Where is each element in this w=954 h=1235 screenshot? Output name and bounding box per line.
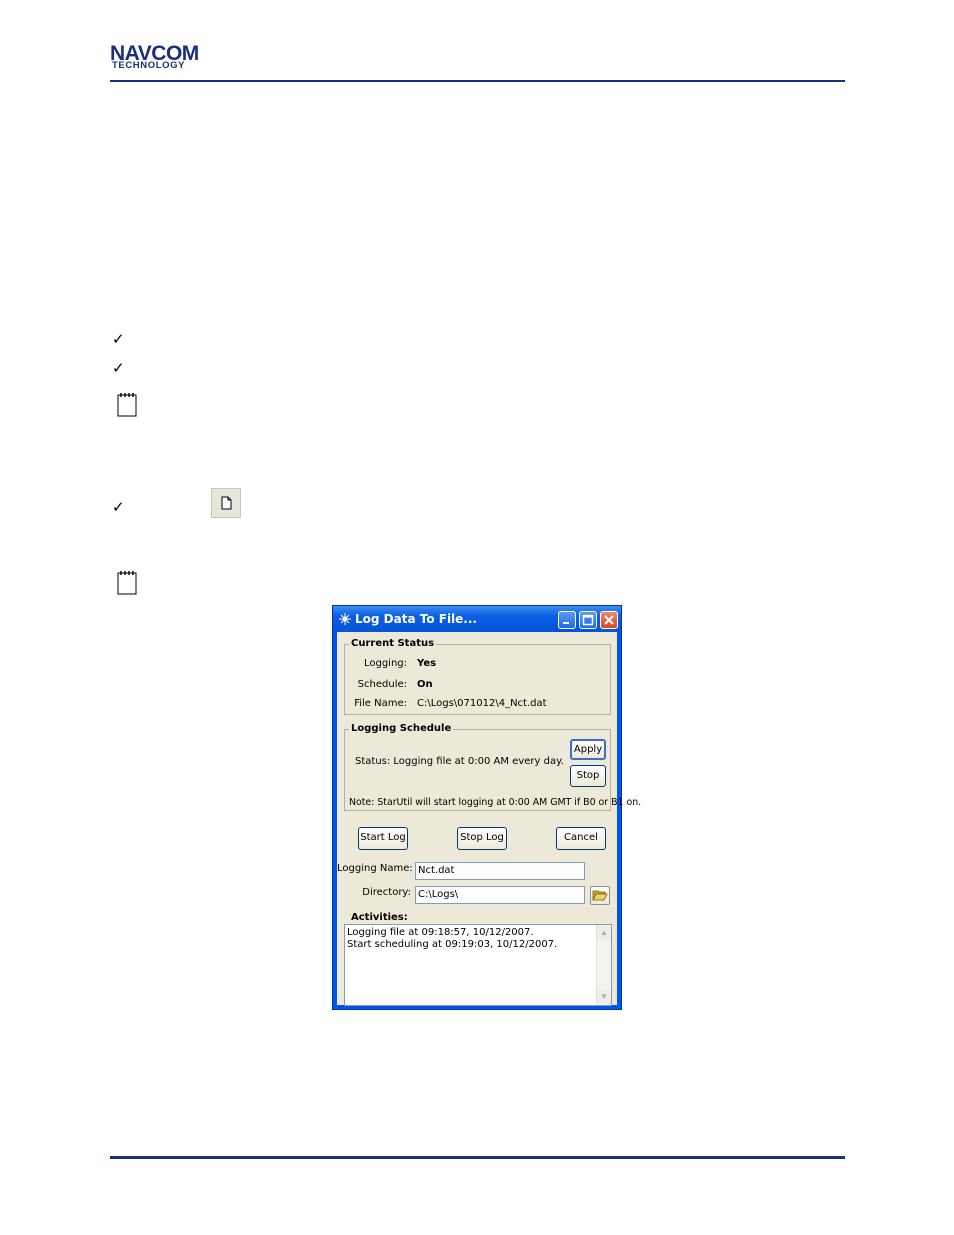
logging-label: Logging: (363, 658, 407, 669)
app-star-icon (339, 613, 351, 625)
logging-name-input[interactable]: Nct.dat (415, 862, 585, 880)
log-data-dialog: Log Data To File... Current Status Loggi… (332, 605, 641, 1010)
apply-button[interactable]: Apply (570, 739, 606, 760)
notepad-icon (117, 571, 137, 595)
schedule-value: On (417, 679, 433, 690)
logo-line2: TECHNOLOGY (112, 60, 185, 69)
file-name-label: File Name: (354, 698, 407, 709)
schedule-note: Note: StarUtil will start logging at 0:0… (349, 797, 642, 808)
notepad-icon (117, 393, 137, 417)
current-status-title: Current Status (349, 638, 437, 649)
logging-schedule-title: Logging Schedule (349, 723, 454, 734)
navcom-logo: NAVCOM TECHNOLOGY (110, 43, 199, 69)
footer-rule (110, 1156, 845, 1159)
close-button[interactable] (600, 611, 618, 629)
stop-log-button[interactable]: Stop Log (457, 827, 507, 850)
file-name-value: C:\Logs\071012\4_Nct.dat (417, 698, 547, 709)
dialog-client-area: Current Status Logging: Yes Schedule: On… (337, 632, 641, 1006)
activities-list[interactable]: Logging file at 09:18:57, 10/12/2007. St… (344, 924, 612, 1006)
check-mark-icon: ✓ (112, 498, 125, 516)
dialog-title: Log Data To File... (355, 612, 477, 626)
maximize-button[interactable] (579, 611, 597, 629)
new-file-button-image (211, 488, 241, 518)
directory-input[interactable]: C:\Logs\ (415, 886, 585, 904)
cancel-button[interactable]: Cancel (556, 827, 606, 850)
stop-schedule-button[interactable]: Stop (570, 765, 606, 787)
minimize-button[interactable] (558, 611, 576, 629)
schedule-status-text: Status: Logging file at 0:00 AM every da… (355, 756, 564, 767)
header-rule (110, 80, 845, 82)
start-log-button[interactable]: Start Log (358, 827, 408, 850)
logging-value: Yes (417, 658, 437, 669)
open-folder-icon (592, 890, 608, 901)
activity-line: Start scheduling at 09:19:03, 10/12/2007… (347, 939, 558, 950)
check-mark-icon: ✓ (112, 330, 125, 348)
scroll-down-icon[interactable]: ▼ (597, 990, 611, 1004)
schedule-label: Schedule: (357, 679, 407, 690)
scroll-up-icon[interactable]: ▲ (597, 926, 611, 940)
activity-line: Logging file at 09:18:57, 10/12/2007. (347, 927, 534, 938)
minimize-icon (563, 622, 569, 624)
activities-scrollbar[interactable]: ▲ ▼ (596, 925, 611, 1005)
close-icon (604, 615, 614, 625)
browse-folder-button[interactable] (590, 886, 610, 905)
logging-name-label: Logging Name: (337, 863, 413, 874)
activities-label: Activities: (351, 912, 408, 923)
check-mark-icon: ✓ (112, 359, 125, 377)
directory-label: Directory: (362, 887, 411, 898)
dialog-titlebar[interactable]: Log Data To File... (333, 606, 621, 632)
maximize-icon (582, 614, 594, 626)
new-file-icon (221, 496, 232, 510)
